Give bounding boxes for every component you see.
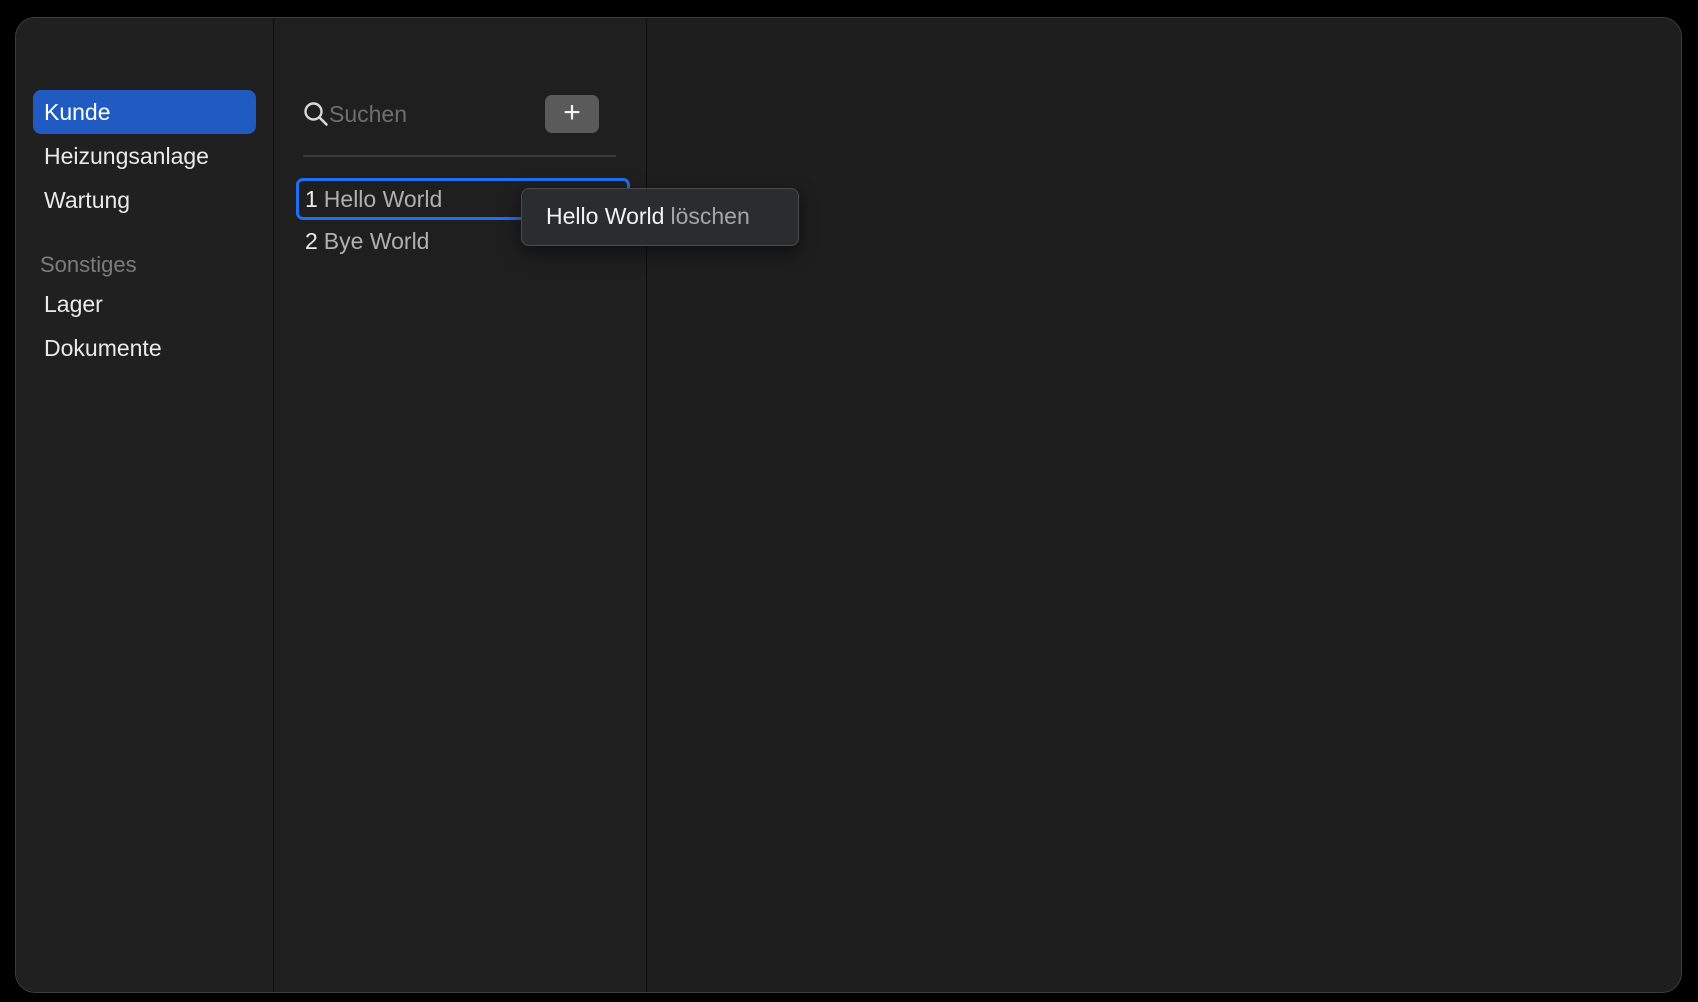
magnifying-glass-icon: [304, 102, 328, 126]
sidebar-item-dokumente[interactable]: Dokumente: [33, 326, 256, 370]
search-divider: [303, 155, 616, 157]
sidebar-item-lager[interactable]: Lager: [33, 282, 256, 326]
add-button[interactable]: +: [545, 95, 599, 133]
context-menu-delete-item[interactable]: Hello World löschen: [521, 188, 799, 246]
sidebar: Kunde Heizungsanlage Wartung Sonstiges L…: [16, 18, 274, 992]
sidebar-item-kunde[interactable]: Kunde: [33, 90, 256, 134]
context-menu-action-label: löschen: [670, 203, 750, 229]
search-input[interactable]: [329, 96, 529, 132]
list-item-number: 2: [305, 228, 318, 254]
list-item-name: Hello World: [323, 186, 443, 212]
list-item-name: Bye World: [323, 228, 430, 254]
sidebar-item-heizungsanlage[interactable]: Heizungsanlage: [33, 134, 256, 178]
context-menu-item-name: Hello World: [546, 203, 665, 229]
sidebar-item-wartung[interactable]: Wartung: [33, 178, 256, 222]
detail-pane: [647, 18, 1681, 992]
plus-icon: +: [563, 96, 581, 129]
list-pane: + 1Hello World 2Bye World: [274, 18, 647, 992]
app-window: Kunde Heizungsanlage Wartung Sonstiges L…: [15, 17, 1682, 993]
sidebar-section-title: Sonstiges: [40, 252, 137, 277]
list-item-number: 1: [305, 186, 318, 212]
